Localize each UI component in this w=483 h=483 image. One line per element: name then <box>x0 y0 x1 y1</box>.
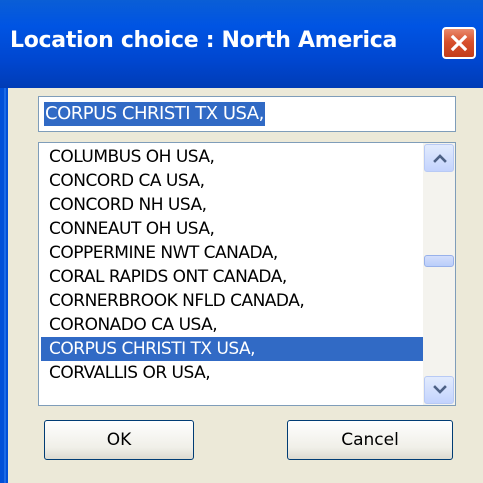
list-item[interactable]: CORNERBROOK NFLD CANADA, <box>41 289 423 313</box>
scroll-up-button[interactable] <box>424 144 454 172</box>
list-item[interactable]: CORONADO CA USA, <box>41 313 423 337</box>
location-list: COLUMBUS OH USA, CONCORD CA USA, CONCORD N… <box>41 145 423 385</box>
list-item[interactable]: CORAL RAPIDS ONT CANADA, <box>41 265 423 289</box>
location-input[interactable]: CORPUS CHRISTI TX USA, <box>38 96 456 132</box>
close-icon <box>450 34 468 52</box>
scroll-thumb[interactable] <box>424 255 454 267</box>
location-listbox[interactable]: COLUMBUS OH USA, CONCORD CA USA, CONCORD N… <box>38 142 456 406</box>
ok-button[interactable]: OK <box>44 420 194 460</box>
close-button[interactable] <box>442 27 476 59</box>
list-item[interactable]: COPPERMINE NWT CANADA, <box>41 241 423 265</box>
cancel-button[interactable]: Cancel <box>287 420 453 460</box>
location-choice-dialog: Location choice : North America CORPUS C… <box>0 0 483 483</box>
list-item[interactable]: CONCORD NH USA, <box>41 193 423 217</box>
location-input-value: CORPUS CHRISTI TX USA, <box>44 102 265 126</box>
scroll-down-button[interactable] <box>424 376 454 404</box>
chevron-down-icon <box>433 385 447 394</box>
list-item[interactable]: CONCORD CA USA, <box>41 169 423 193</box>
vertical-scrollbar[interactable] <box>423 143 455 405</box>
list-item[interactable]: CONNEAUT OH USA, <box>41 217 423 241</box>
window-title: Location choice : North America <box>10 28 398 53</box>
title-bar[interactable]: Location choice : North America <box>0 0 483 88</box>
list-item[interactable]: CORPUS CHRISTI TX USA, <box>41 337 423 361</box>
list-item[interactable]: COLUMBUS OH USA, <box>41 145 423 169</box>
chevron-up-icon <box>433 154 447 163</box>
list-item[interactable]: CORVALLIS OR USA, <box>41 361 423 385</box>
window-left-border-highlight <box>4 88 6 483</box>
